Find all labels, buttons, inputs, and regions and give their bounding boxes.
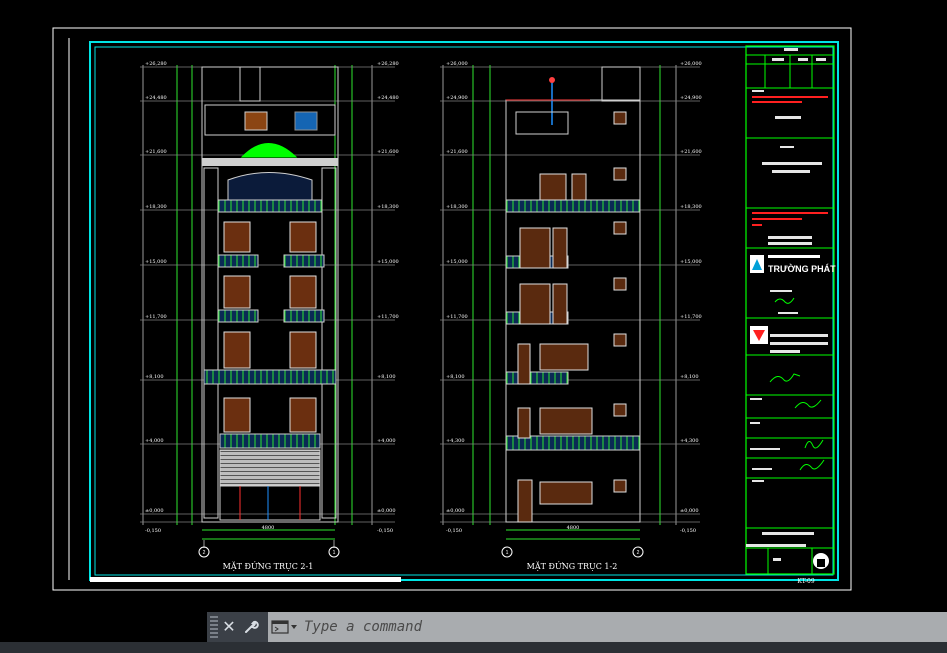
svg-text:4800: 4800 — [262, 525, 275, 531]
command-input[interactable] — [302, 618, 947, 636]
svg-text:+18,300: +18,300 — [145, 204, 167, 210]
svg-text:+26,000: +26,000 — [446, 61, 468, 67]
svg-text:±0,000: ±0,000 — [446, 508, 465, 514]
svg-text:+15,000: +15,000 — [377, 259, 399, 265]
svg-text:±0,000: ±0,000 — [680, 508, 699, 514]
svg-text:+4,000: +4,000 — [145, 438, 164, 444]
svg-text:1: 1 — [506, 550, 509, 556]
svg-text:+26,280: +26,280 — [377, 61, 399, 67]
left-elevation-title: MẶT ĐỨNG TRỤC 2-1 — [223, 562, 314, 571]
svg-text:+18,300: +18,300 — [446, 204, 468, 210]
command-input-wrap — [268, 612, 947, 642]
svg-text:-0,150: -0,150 — [446, 528, 462, 534]
svg-text:+24,480: +24,480 — [377, 95, 399, 101]
svg-text:+26,280: +26,280 — [145, 61, 167, 67]
svg-text:+26,000: +26,000 — [680, 61, 702, 67]
svg-text:+11,700: +11,700 — [680, 314, 702, 320]
company-logo-text: TRƯỜNG PHÁT — [768, 263, 836, 274]
svg-text:+8,100: +8,100 — [446, 374, 465, 380]
customize-wrench-icon[interactable] — [240, 614, 262, 640]
title-block: TRƯỜNG PHÁT KT-09 — [745, 45, 836, 585]
svg-text:±0,000: ±0,000 — [377, 508, 396, 514]
close-command-line-button[interactable]: ✕ — [218, 614, 240, 640]
drawing-canvas[interactable]: 4800 2 1 +26,280 +24,480 +21,600 +18,300… — [0, 0, 947, 612]
svg-text:+18,300: +18,300 — [680, 204, 702, 210]
svg-text:+24,900: +24,900 — [446, 95, 468, 101]
svg-text:+4,300: +4,300 — [446, 438, 465, 444]
svg-text:-0,150: -0,150 — [145, 528, 161, 534]
svg-text:4800: 4800 — [567, 525, 580, 531]
status-bar — [0, 642, 947, 653]
left-elevation: 4800 2 1 +26,280 +24,480 +21,600 +18,300… — [140, 61, 399, 571]
svg-text:2: 2 — [203, 550, 206, 556]
svg-text:+11,700: +11,700 — [145, 314, 167, 320]
svg-text:+21,600: +21,600 — [680, 149, 702, 155]
svg-text:+11,700: +11,700 — [446, 314, 468, 320]
svg-text:+8,100: +8,100 — [145, 374, 164, 380]
svg-text:±0,000: ±0,000 — [145, 508, 164, 514]
svg-text:-0,150: -0,150 — [377, 528, 393, 534]
svg-text:+21,600: +21,600 — [377, 149, 399, 155]
svg-text:+15,000: +15,000 — [680, 259, 702, 265]
svg-text:+15,000: +15,000 — [145, 259, 167, 265]
svg-text:+4,300: +4,300 — [680, 438, 699, 444]
right-elevation: 4800 1 2 +26,000 +24,900 +21,600 +18,300… — [440, 61, 702, 571]
sheet-number: KT-09 — [797, 578, 815, 585]
sheet-outer-frame — [52, 27, 852, 591]
right-elevation-title: MẶT ĐỨNG TRỤC 1-2 — [527, 562, 618, 571]
command-line-bar: ✕ — [207, 612, 947, 642]
svg-text:+8,100: +8,100 — [680, 374, 699, 380]
svg-text:-0,150: -0,150 — [680, 528, 696, 534]
svg-text:+24,480: +24,480 — [145, 95, 167, 101]
svg-text:+15,000: +15,000 — [446, 259, 468, 265]
svg-text:+18,300: +18,300 — [377, 204, 399, 210]
svg-text:+11,700: +11,700 — [377, 314, 399, 320]
svg-text:+21,600: +21,600 — [446, 149, 468, 155]
svg-text:1: 1 — [333, 550, 336, 556]
svg-text:+8,100: +8,100 — [377, 374, 396, 380]
svg-text:2: 2 — [637, 550, 640, 556]
svg-text:+24,900: +24,900 — [680, 95, 702, 101]
drag-handle-icon[interactable] — [210, 616, 218, 638]
command-prompt-dropdown-icon[interactable] — [268, 616, 302, 638]
svg-text:+4,000: +4,000 — [377, 438, 396, 444]
svg-text:+21,600: +21,600 — [145, 149, 167, 155]
